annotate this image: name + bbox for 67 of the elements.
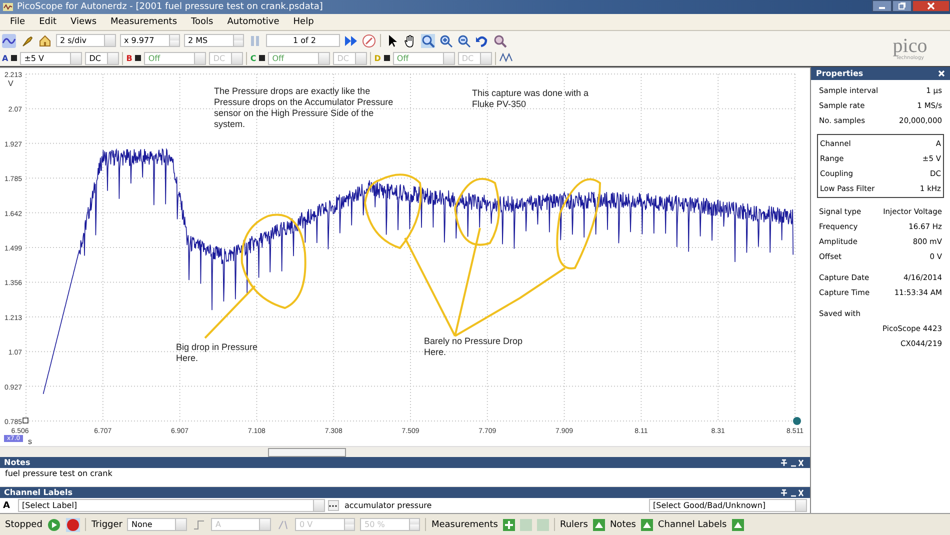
annotation-text: Barely no Pressure Drop Here. — [424, 336, 524, 358]
menu-item[interactable]: Views — [70, 17, 97, 27]
status-text: Stopped — [5, 520, 42, 530]
close-icon[interactable] — [938, 70, 945, 77]
close-icon — [927, 2, 935, 10]
zoom-icon[interactable] — [421, 34, 435, 48]
panel-title: Channel Labels — [4, 488, 72, 497]
close-button[interactable] — [912, 0, 950, 12]
annotation-text: Big drop in Pressure Here. — [176, 342, 259, 364]
timebase-dropdown[interactable]: 2 s/div — [56, 34, 116, 47]
window-title: PicoScope for Autonerdz - [2001 fuel pressure test on crank.psdata] — [17, 2, 324, 12]
home-icon[interactable] — [38, 34, 52, 48]
menu-item[interactable]: Help — [293, 17, 314, 27]
panel-label: Rulers — [560, 520, 588, 530]
ellipsis-icon — [329, 504, 337, 508]
add-icon[interactable] — [502, 518, 515, 530]
channel-letter: A — [3, 500, 11, 510]
fast-forward-icon[interactable] — [344, 34, 358, 48]
menu-item[interactable]: Tools — [191, 17, 214, 27]
restore-button[interactable] — [892, 0, 912, 12]
trigger-mode-dropdown[interactable]: None — [127, 518, 188, 531]
channel-letter: A — [2, 54, 8, 62]
panel-title: Properties — [816, 69, 864, 78]
show-panel-icon[interactable] — [640, 518, 653, 530]
pin-minimize-close-icon[interactable] — [780, 458, 804, 466]
panel-title: Notes — [4, 458, 30, 467]
channel-letter: C — [250, 54, 256, 62]
restore-icon — [898, 2, 906, 10]
trigger-label: Trigger — [91, 520, 122, 530]
annotation-text: The Pressure drops are exactly like the Pressure drops on the Accumulator Pressure sensor on the High Pressure Side of the system. — [214, 86, 394, 130]
y-unit-label: V — [8, 79, 14, 88]
logo-text: pico — [892, 36, 928, 54]
range-dropdown[interactable]: ±5 V — [20, 52, 82, 64]
buffer-field[interactable]: 1 of 2 — [266, 34, 340, 47]
undo-icon[interactable] — [475, 34, 489, 48]
label-dropdown[interactable]: [Select Label] — [18, 499, 324, 512]
menu-item[interactable]: Edit — [39, 17, 56, 27]
trigger-marker[interactable] — [793, 417, 801, 425]
zoom-fit-icon[interactable] — [493, 34, 507, 48]
zoom-spinbox[interactable]: x 9.977 — [120, 34, 180, 47]
samples-spinbox[interactable]: 2 MS — [184, 34, 244, 47]
pin-minimize-close-icon[interactable] — [780, 488, 804, 496]
channel-letter: B — [126, 54, 132, 62]
show-panel-icon[interactable] — [592, 518, 605, 530]
coupling-dropdown[interactable]: DC — [85, 52, 120, 64]
show-panel-icon[interactable] — [732, 518, 744, 530]
scrollbar-thumb[interactable] — [268, 448, 346, 457]
horizontal-scrollbar[interactable] — [0, 446, 810, 456]
annotation-text: This capture was done with a Fluke PV-350 — [472, 88, 590, 110]
notes-field[interactable]: fuel pressure test on crank — [0, 468, 810, 486]
scope-app-icon — [3, 3, 13, 11]
panel-label: Notes — [610, 520, 636, 530]
zoom-in-icon[interactable] — [439, 34, 453, 48]
minimize-button[interactable] — [872, 0, 892, 12]
waveform-icon[interactable] — [2, 34, 16, 48]
zoom-out-icon[interactable] — [457, 34, 471, 48]
rating-dropdown[interactable]: [Select Good/Bad/Unknown] — [649, 499, 807, 512]
stop-icon[interactable] — [66, 518, 80, 532]
start-icon[interactable] — [47, 518, 62, 532]
menu-item[interactable]: File — [10, 17, 26, 27]
x-unit-label: s — [28, 437, 32, 446]
channel-letter: D — [374, 54, 381, 62]
menu-item[interactable]: Measurements — [110, 17, 178, 27]
menu-item[interactable]: Automotive — [227, 17, 280, 27]
panel-label: Channel Labels — [658, 520, 727, 530]
panel-label: Measurements — [431, 520, 498, 530]
more-button[interactable] — [328, 500, 338, 511]
